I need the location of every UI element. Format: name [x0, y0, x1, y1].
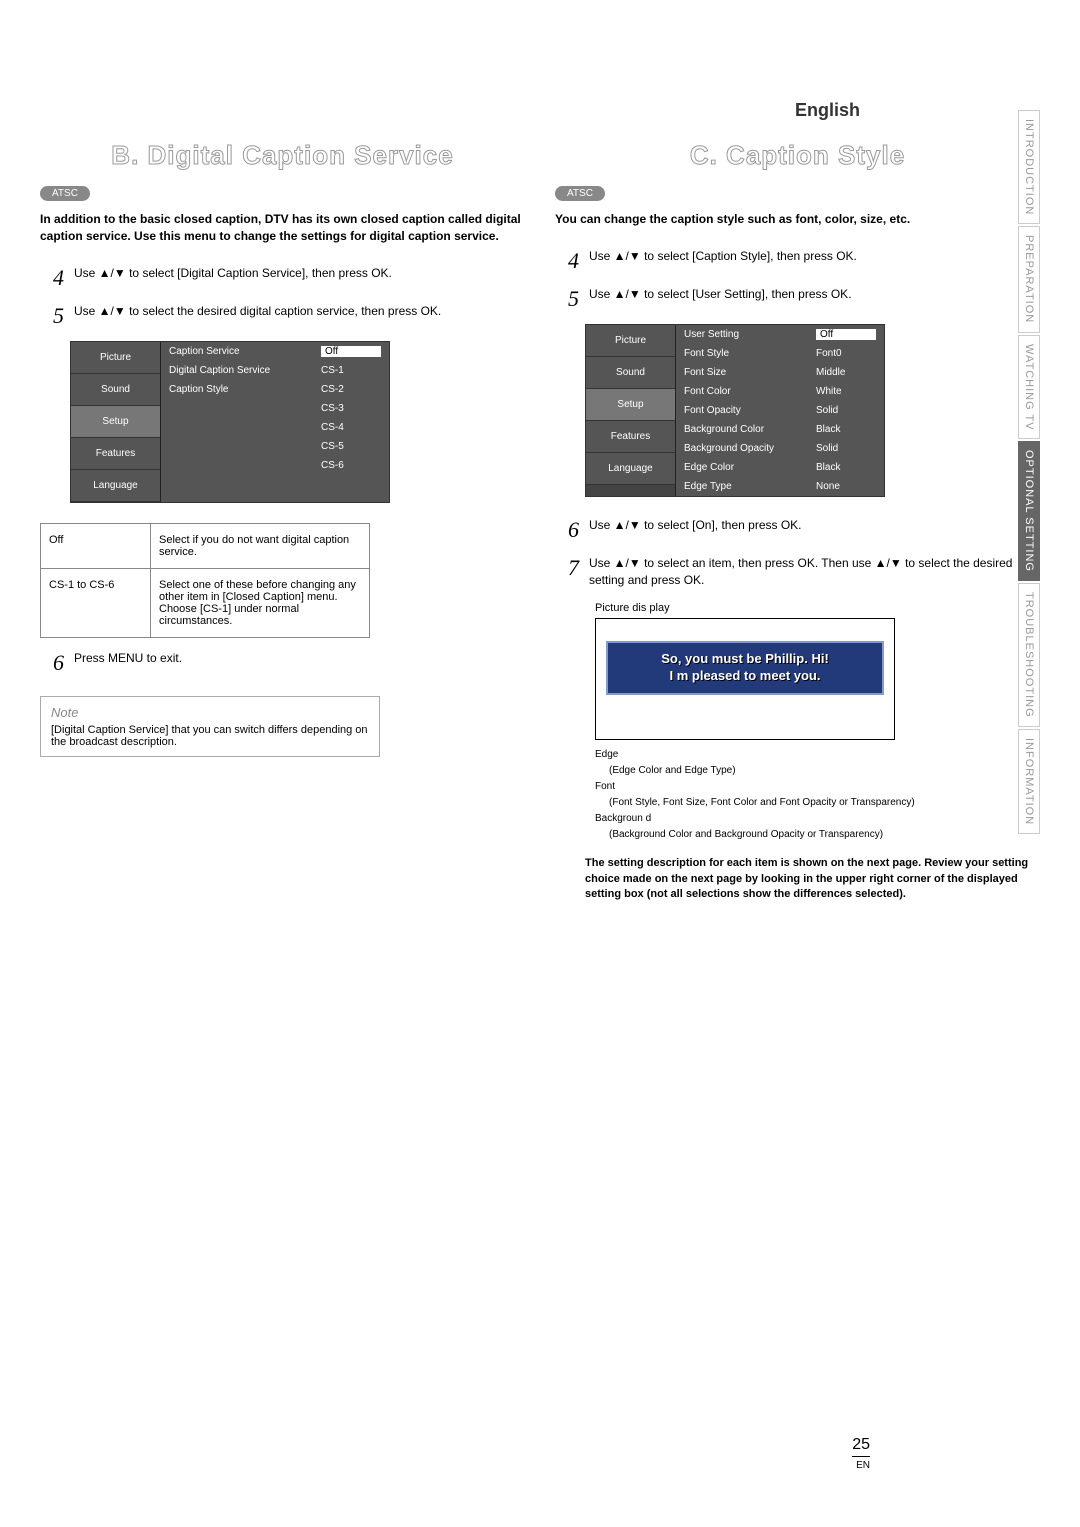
step-4-right: 4 Use ▲/▼ to select [Caption Style], the…: [555, 248, 1040, 274]
caption-preview: Picture dis play So, you must be Phillip…: [595, 602, 895, 740]
menu-tab-picture[interactable]: Picture: [71, 342, 160, 374]
step-4-left: 4 Use ▲/▼ to select [Digital Caption Ser…: [40, 265, 525, 291]
menu-panel-right: Picture Sound Setup Features Language Us…: [585, 324, 885, 497]
step-body: Use ▲/▼ to select [On], then press OK.: [589, 517, 1040, 534]
closing-text: The setting description for each item is…: [585, 856, 1040, 902]
page-number-sub: EN: [856, 1460, 870, 1471]
menu-row-user-setting[interactable]: User SettingOff: [676, 325, 884, 344]
table-row: Off Select if you do not want digital ca…: [41, 523, 370, 568]
legend-font-sub: (Font Style, Font Size, Font Color and F…: [609, 796, 1040, 810]
step-6-left: 6 Press MENU to exit.: [40, 650, 525, 676]
step-body: Press MENU to exit.: [74, 650, 525, 667]
tab-preparation[interactable]: PREPARATION: [1018, 226, 1040, 332]
menu-row-cs3[interactable]: CS-3: [161, 399, 389, 418]
right-column: C. Caption Style ATSC You can change the…: [555, 100, 1040, 902]
legend-edge: Edge: [595, 748, 1040, 762]
legend-font: Font: [595, 780, 1040, 794]
step-number: 5: [40, 303, 64, 329]
legend: Edge (Edge Color and Edge Type) Font (Fo…: [595, 748, 1040, 842]
table-row: CS-1 to CS-6 Select one of these before …: [41, 568, 370, 637]
menu-tab-features[interactable]: Features: [71, 438, 160, 470]
note-box: Note [Digital Caption Service] that you …: [40, 696, 380, 757]
step-number: 6: [555, 517, 579, 543]
tab-introduction[interactable]: INTRODUCTION: [1018, 110, 1040, 224]
option-off-name: Off: [41, 523, 151, 568]
menu-tab-picture[interactable]: Picture: [586, 325, 675, 357]
menu-values: User SettingOff Font StyleFont0 Font Siz…: [676, 325, 884, 496]
language-label: English: [795, 100, 860, 121]
menu-row-cs4[interactable]: CS-4: [161, 418, 389, 437]
menu-tab-setup[interactable]: Setup: [586, 389, 675, 421]
menu-row-font-opacity[interactable]: Font OpacitySolid: [676, 401, 884, 420]
menu-tabs: Picture Sound Setup Features Language: [71, 342, 161, 502]
menu-row-edge-type[interactable]: Edge TypeNone: [676, 477, 884, 496]
step-5-right: 5 Use ▲/▼ to select [User Setting], then…: [555, 286, 1040, 312]
menu-row-font-color[interactable]: Font ColorWhite: [676, 382, 884, 401]
menu-tab-features[interactable]: Features: [586, 421, 675, 453]
menu-tab-setup[interactable]: Setup: [71, 406, 160, 438]
tab-information[interactable]: INFORMATION: [1018, 729, 1040, 834]
preview-box: So, you must be Phillip. Hi! I m pleased…: [595, 618, 895, 740]
caption-bubble: So, you must be Phillip. Hi! I m pleased…: [606, 641, 884, 695]
menu-row-background-opacity[interactable]: Background OpacitySolid: [676, 439, 884, 458]
menu-row-background-color[interactable]: Background ColorBlack: [676, 420, 884, 439]
step-5-left: 5 Use ▲/▼ to select the desired digital …: [40, 303, 525, 329]
page-number: 25: [852, 1436, 870, 1457]
step-number: 5: [555, 286, 579, 312]
option-off-desc: Select if you do not want digital captio…: [151, 523, 370, 568]
bubble-line2: I m pleased to meet you.: [618, 668, 872, 685]
step-number: 4: [555, 248, 579, 274]
intro-c: You can change the caption style such as…: [555, 211, 1040, 228]
step-6-right: 6 Use ▲/▼ to select [On], then press OK.: [555, 517, 1040, 543]
atsc-badge: ATSC: [555, 186, 605, 201]
menu-row-cs6[interactable]: CS-6: [161, 456, 389, 475]
tab-optional-setting[interactable]: OPTIONAL SETTING: [1018, 441, 1040, 581]
bubble-line1: So, you must be Phillip. Hi!: [618, 651, 872, 668]
step-number: 7: [555, 555, 579, 581]
tab-watching-tv[interactable]: WATCHING TV: [1018, 335, 1040, 440]
step-body: Use ▲/▼ to select the desired digital ca…: [74, 303, 525, 320]
menu-row-font-size[interactable]: Font SizeMiddle: [676, 363, 884, 382]
menu-tab-language[interactable]: Language: [71, 470, 160, 502]
step-body: Use ▲/▼ to select an item, then press OK…: [589, 555, 1040, 589]
menu-row-cs5[interactable]: CS-5: [161, 437, 389, 456]
menu-row-caption-style[interactable]: Caption StyleCS-2: [161, 380, 389, 399]
step-body: Use ▲/▼ to select [Caption Style], then …: [589, 248, 1040, 265]
legend-edge-sub: (Edge Color and Edge Type): [609, 764, 1040, 778]
preview-title: Picture dis play: [595, 602, 895, 614]
atsc-badge: ATSC: [40, 186, 90, 201]
menu-tab-sound[interactable]: Sound: [71, 374, 160, 406]
menu-row-digital-caption-service[interactable]: Digital Caption ServiceCS-1: [161, 361, 389, 380]
step-number: 4: [40, 265, 64, 291]
option-cs-desc: Select one of these before changing any …: [151, 568, 370, 637]
section-title-c: C. Caption Style: [555, 140, 1040, 171]
menu-row-font-style[interactable]: Font StyleFont0: [676, 344, 884, 363]
left-column: B. Digital Caption Service ATSC In addit…: [40, 100, 525, 902]
side-tabs: INTRODUCTION PREPARATION WATCHING TV OPT…: [1018, 110, 1040, 834]
section-title-b: B. Digital Caption Service: [40, 140, 525, 171]
step-number: 6: [40, 650, 64, 676]
legend-background-sub: (Background Color and Background Opacity…: [609, 828, 1040, 842]
options-table: Off Select if you do not want digital ca…: [40, 523, 370, 638]
legend-background: Backgroun d: [595, 812, 1040, 826]
menu-tab-sound[interactable]: Sound: [586, 357, 675, 389]
step-body: Use ▲/▼ to select [User Setting], then p…: [589, 286, 1040, 303]
note-text: [Digital Caption Service] that you can s…: [51, 724, 368, 748]
menu-panel-left: Picture Sound Setup Features Language Ca…: [70, 341, 390, 503]
menu-tabs: Picture Sound Setup Features Language: [586, 325, 676, 496]
menu-row-edge-color[interactable]: Edge ColorBlack: [676, 458, 884, 477]
option-cs-name: CS-1 to CS-6: [41, 568, 151, 637]
intro-b: In addition to the basic closed caption,…: [40, 211, 525, 245]
menu-values: Caption ServiceOff Digital Caption Servi…: [161, 342, 389, 502]
tab-troubleshooting[interactable]: TROUBLESHOOTING: [1018, 583, 1040, 727]
step-7-right: 7 Use ▲/▼ to select an item, then press …: [555, 555, 1040, 589]
menu-row-caption-service[interactable]: Caption ServiceOff: [161, 342, 389, 361]
menu-tab-language[interactable]: Language: [586, 453, 675, 485]
step-body: Use ▲/▼ to select [Digital Caption Servi…: [74, 265, 525, 282]
note-label: Note: [51, 705, 369, 720]
